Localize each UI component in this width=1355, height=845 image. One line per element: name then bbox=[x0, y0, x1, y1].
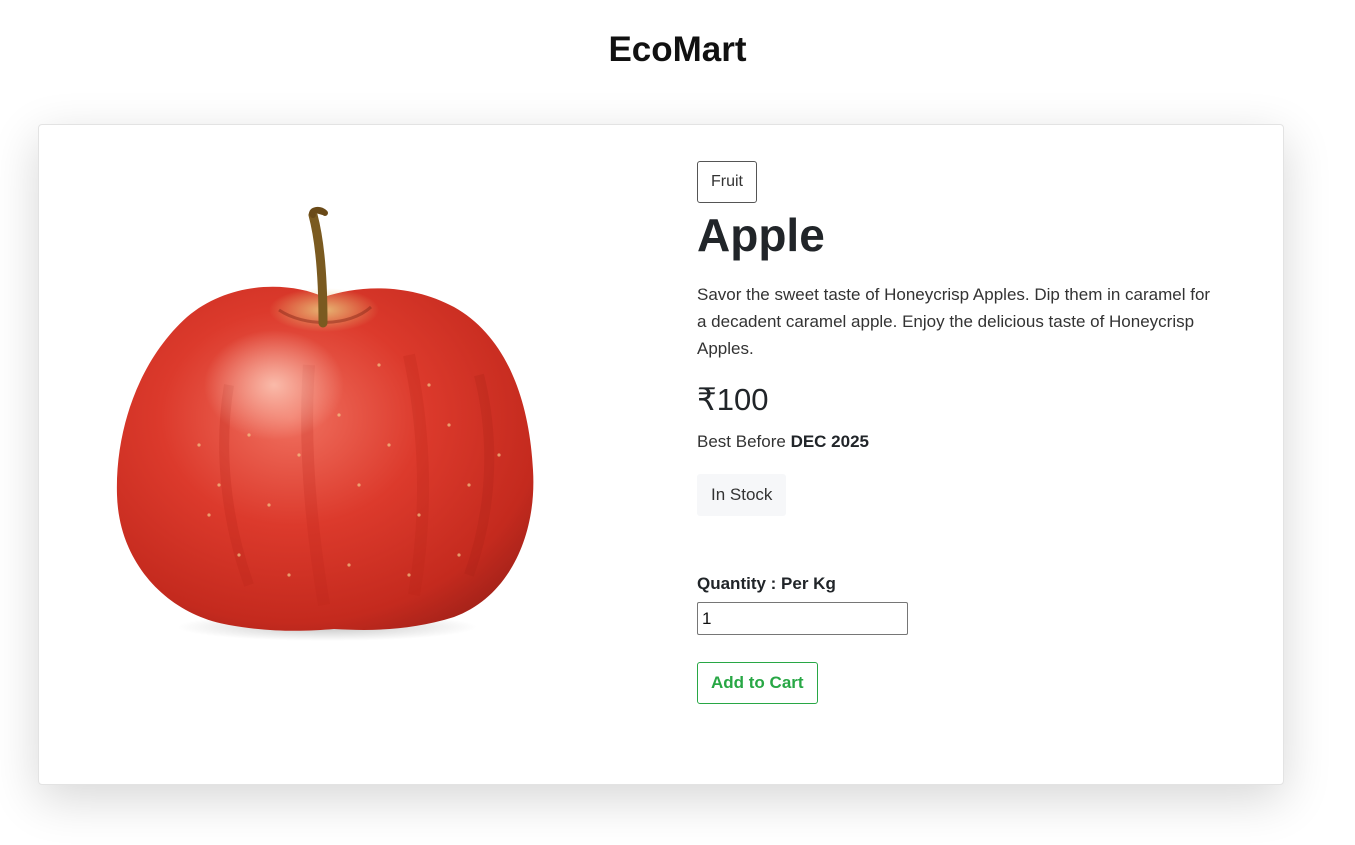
stock-status-badge: In Stock bbox=[697, 474, 787, 516]
product-price: ₹100 bbox=[697, 382, 769, 417]
product-description: Savor the sweet taste of Honeycrisp Appl… bbox=[697, 285, 1211, 358]
add-to-cart-button[interactable]: Add to Cart bbox=[697, 662, 818, 704]
product-details: Fruit Apple Savor the sweet taste of Hon… bbox=[697, 161, 1237, 704]
product-image bbox=[109, 185, 549, 645]
product-card: Fruit Apple Savor the sweet taste of Hon… bbox=[38, 124, 1284, 785]
site-title: EcoMart bbox=[608, 30, 747, 69]
quantity-label: Quantity : Per Kg bbox=[697, 574, 836, 593]
best-before-date: DEC 2025 bbox=[790, 432, 869, 451]
quantity-input[interactable] bbox=[697, 602, 908, 635]
product-name: Apple bbox=[697, 209, 825, 261]
category-badge: Fruit bbox=[697, 161, 757, 203]
best-before-label: Best Before bbox=[697, 432, 786, 451]
best-before: Best Before DEC 2025 bbox=[697, 430, 1237, 454]
apple-image bbox=[116, 206, 534, 641]
